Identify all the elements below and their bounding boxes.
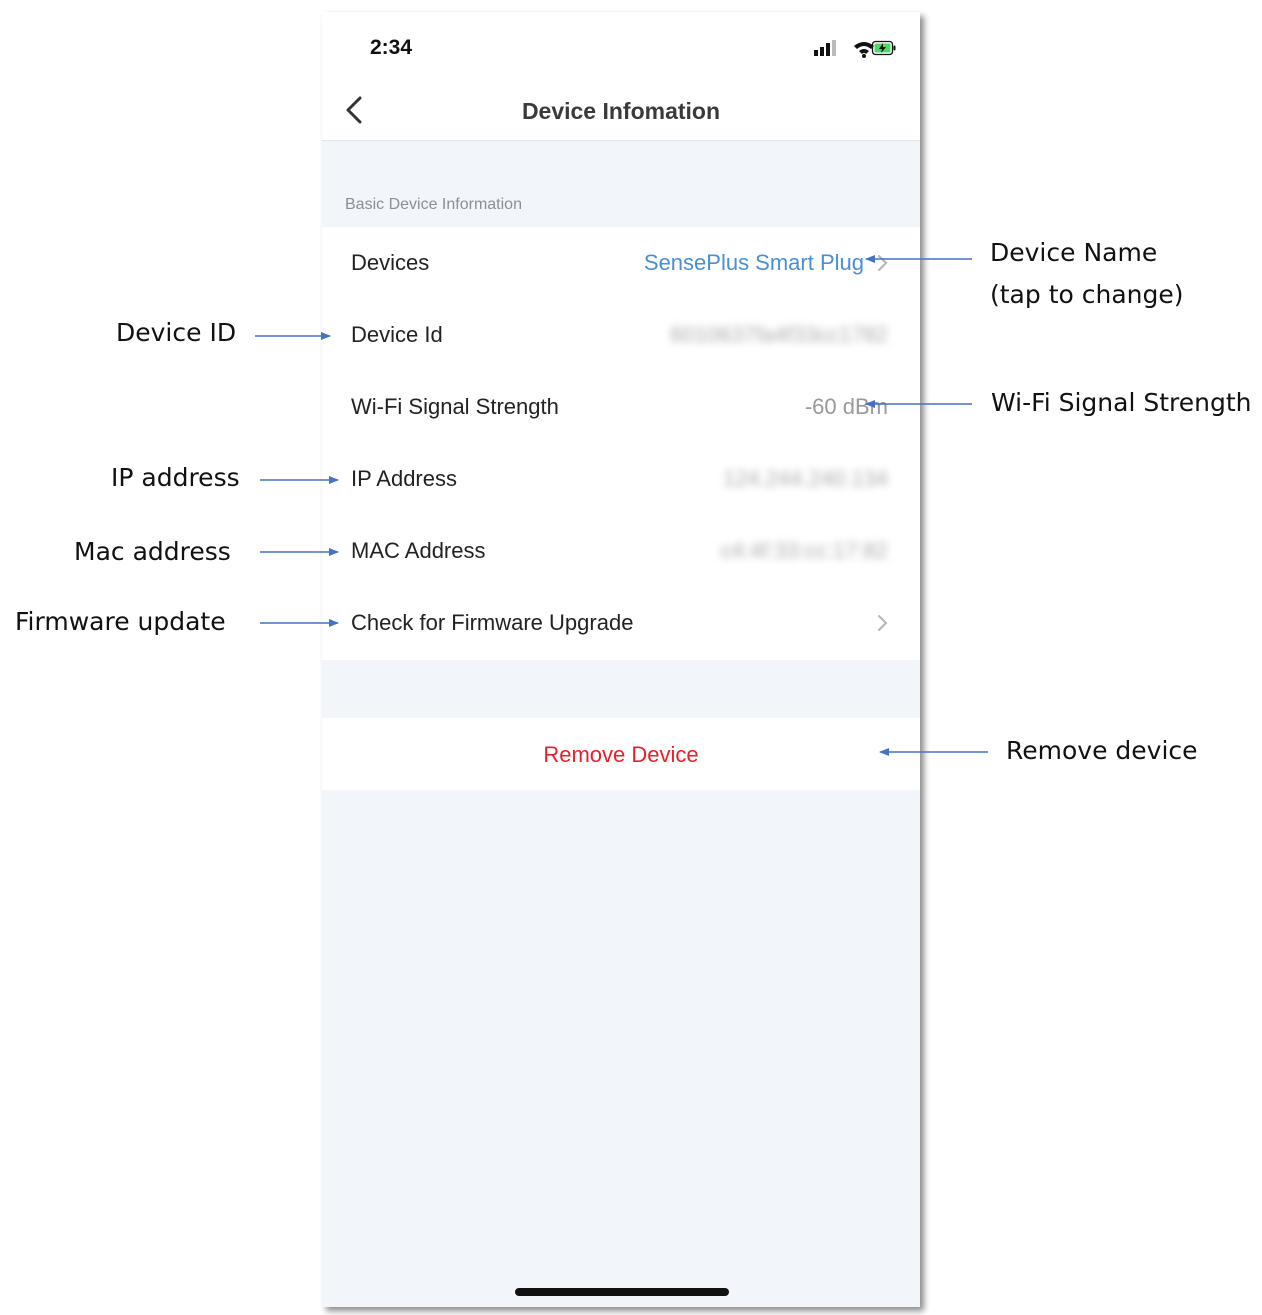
row-label: Wi-Fi Signal Strength (351, 394, 559, 419)
row-wifi-signal: Wi-Fi Signal Strength -60 dBm (322, 371, 920, 443)
row-device-id: Device Id 6010637fa4f33cc1782 (322, 299, 920, 371)
ip-address-value: 124.244.240.134 (722, 466, 888, 491)
annotation-device-name-hint: (tap to change) (990, 280, 1184, 309)
annotation-device-id: Device ID (116, 318, 237, 347)
wifi-signal-value: -60 dBm (804, 394, 888, 419)
row-label: Device Id (351, 322, 443, 347)
wifi-icon (854, 42, 874, 58)
phone-screen: 2:34 Device Infomation Basic Device Info… (322, 12, 920, 1307)
row-ip-address: IP Address 124.244.240.134 (322, 443, 920, 515)
chevron-right-icon (878, 255, 888, 271)
row-label: Devices (351, 250, 430, 275)
device-name-value: SensePlus Smart Plug (643, 250, 864, 275)
annotation-firmware: Firmware update (15, 607, 226, 636)
row-firmware-upgrade[interactable]: Check for Firmware Upgrade (322, 587, 920, 659)
row-mac-address: MAC Address c4:4f:33:cc:17:82 (322, 515, 920, 587)
annotation-ip: IP address (111, 463, 240, 492)
annotation-mac: Mac address (74, 537, 231, 566)
annotation-device-name: Device Name (990, 238, 1158, 267)
navigation-bar: Device Infomation (322, 82, 920, 141)
annotation-remove: Remove device (1006, 736, 1198, 765)
row-label: Check for Firmware Upgrade (351, 610, 634, 635)
device-info-group: Devices SensePlus Smart Plug Device Id 6… (322, 227, 920, 660)
row-label: MAC Address (351, 538, 486, 563)
home-indicator (515, 1288, 729, 1296)
section-header: Basic Device Information (345, 196, 522, 213)
device-id-value: 6010637fa4f33cc1782 (670, 322, 888, 347)
annotation-wifi: Wi-Fi Signal Strength (991, 388, 1252, 417)
page-title: Device Infomation (521, 98, 721, 124)
status-bar: 2:34 (322, 12, 920, 82)
mac-address-value: c4:4f:33:cc:17:82 (720, 538, 888, 563)
remove-device-label: Remove Device (543, 742, 699, 767)
battery-charging-icon (871, 40, 896, 56)
status-icons (814, 40, 896, 58)
row-label: IP Address (351, 466, 457, 491)
row-devices[interactable]: Devices SensePlus Smart Plug (322, 227, 920, 299)
remove-device-button[interactable]: Remove Device (322, 718, 920, 790)
status-time: 2:34 (370, 36, 413, 59)
chevron-right-icon (878, 615, 888, 631)
cellular-signal-icon (814, 40, 836, 56)
